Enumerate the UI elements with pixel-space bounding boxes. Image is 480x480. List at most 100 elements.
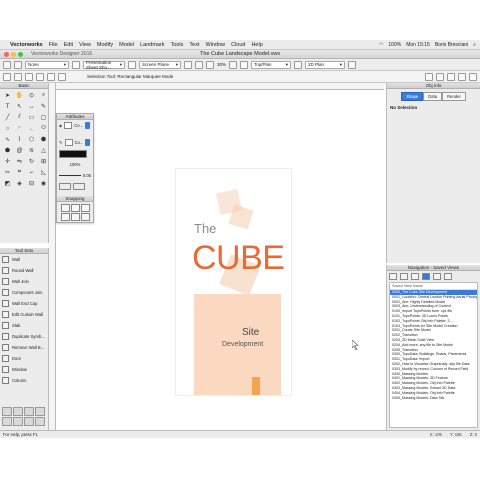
polygon-tool-icon[interactable]: ⬡ [27,135,36,144]
snap-intersection-icon[interactable] [61,213,70,221]
quarter-arc-tool-icon[interactable]: ◟ [27,124,36,133]
close-window-button[interactable] [4,51,9,57]
fit-icon[interactable] [206,60,214,69]
menu-text[interactable]: Text [189,42,199,48]
snap-tangent-icon[interactable] [81,213,90,221]
fillet-tool-icon[interactable]: ⌐ [27,168,36,177]
attribute-mapping-tool-icon[interactable]: ◩ [3,179,12,188]
class-icon[interactable] [14,60,22,69]
walkthrough-icon[interactable] [436,72,444,81]
layer-icon[interactable] [3,60,11,69]
render-icon[interactable] [294,60,303,69]
fill-dropdown-button[interactable] [85,122,91,129]
start-marker-icon[interactable] [59,183,71,190]
class-dropdown[interactable]: None ▾ [25,60,69,69]
saved-view-item[interactable]: 0303_Modify by record: Column of Record … [390,367,477,372]
eyedropper-tool-icon[interactable]: ✎ [39,102,48,111]
freehand-tool-icon[interactable]: ∿ [3,135,12,144]
menu-file[interactable]: File [49,42,58,48]
reshape-tool-icon[interactable]: ◈ [15,179,24,188]
menu-help[interactable]: Help [251,42,262,48]
toolset-item[interactable]: Round Wall [0,265,48,276]
toolset-landscape-icon[interactable] [35,417,45,426]
settings-icon[interactable] [58,72,66,81]
offset-tool-icon[interactable]: ⊞ [39,157,48,166]
saved-view-item[interactable]: 0405_Massing Models: Data Tab [390,396,477,401]
lasso-mode-icon[interactable] [25,72,33,81]
menu-view[interactable]: View [79,42,91,48]
spiral-tool-icon[interactable]: @ [15,146,24,155]
double-polygon-tool-icon[interactable]: ⬢ [39,135,48,144]
plane-dropdown[interactable]: Screen Plane ▾ [139,60,181,69]
menu-landmark[interactable]: Landmark [140,42,164,48]
pan-tool-icon[interactable]: ✋ [15,91,24,100]
lights-icon[interactable] [348,60,357,69]
nav-sheets-icon[interactable] [411,273,419,280]
arc-tool-icon[interactable]: ◜ [15,124,24,133]
tab-render[interactable]: Render [442,92,466,101]
zoom-tool-icon[interactable]: ⌕ [39,91,48,100]
sheet-icon[interactable] [72,60,80,69]
mirror-tool-icon[interactable]: ⇋ [15,157,24,166]
minimize-window-button[interactable] [11,51,16,57]
snap-mode-icon[interactable] [47,72,55,81]
toolset-visualization-icon[interactable] [13,417,23,426]
regular-polygon-tool-icon[interactable]: ⬟ [3,146,12,155]
flyover-tool-icon[interactable]: ⊙ [27,91,36,100]
circle-tool-icon[interactable]: ○ [3,124,12,133]
spring-tool-icon[interactable]: ≋ [27,146,36,155]
menu-app[interactable]: Vectorworks [10,42,43,48]
rotate-tool-icon[interactable]: ↻ [27,157,36,166]
clip-tool-icon[interactable]: ⊟ [27,179,36,188]
nav-saved-views-icon[interactable] [422,273,430,280]
snap-distance-icon[interactable] [71,213,80,221]
menu-model[interactable]: Model [119,42,134,48]
sheet-dropdown[interactable]: Presentation Sheet Sho... ▾ [83,60,125,70]
menu-tools[interactable]: Tools [171,42,184,48]
dimension-tool-icon[interactable]: ↔ [27,102,36,111]
menu-edit[interactable]: Edit [64,42,73,48]
menu-cloud[interactable]: Cloud [231,42,245,48]
toolset-item[interactable]: Door [0,353,48,364]
grid-icon[interactable] [229,60,238,69]
split-tool-icon[interactable]: ✂ [3,168,12,177]
search-icon[interactable]: ⌕ [473,42,476,48]
nav-options-icon[interactable] [444,273,452,280]
pen-color-swatch[interactable] [59,149,87,158]
triangle-tool-icon[interactable]: △ [39,146,48,155]
pen-dropdown-button[interactable] [85,139,91,146]
lineweight-row[interactable]: 0.05 [57,170,93,181]
marquee-mode-icon[interactable] [14,72,22,81]
selection-tool-icon[interactable]: ➤ [3,91,12,100]
toolset-building-shell-icon[interactable] [2,407,12,416]
saved-view-item[interactable]: 0001_Location: Central London Printing A… [390,295,477,300]
view-icon[interactable] [240,60,249,69]
toolset-item[interactable]: Wall End Cap [0,298,48,309]
locus-tool-icon[interactable]: ✛ [3,157,12,166]
toolset-dims-icon[interactable] [2,417,12,426]
toolset-item[interactable]: Wall Join [0,276,48,287]
wifi-icon[interactable]: ◠ [379,42,383,48]
fill-swatch[interactable] [64,122,73,129]
zoom-in-icon[interactable] [184,60,192,69]
nav-layers-icon[interactable] [400,273,408,280]
flyover-icon[interactable] [425,72,433,81]
toolset-item[interactable]: Remove Wall B... [0,342,48,353]
trim-tool-icon[interactable]: ⌗ [15,168,24,177]
user-name[interactable]: Boris Bresciani [435,42,468,48]
end-marker-icon[interactable] [73,183,85,190]
zoom-window-button[interactable] [18,51,23,57]
callout-tool-icon[interactable]: ↖ [15,102,24,111]
toolset-item[interactable]: Edit Curtain Wall [0,309,48,320]
rectangle-tool-icon[interactable]: ▭ [27,113,36,122]
line-style-row[interactable] [57,181,93,192]
interactive-scale-icon[interactable] [36,72,44,81]
color-row[interactable] [57,148,93,159]
zoom-out-icon[interactable] [195,60,203,69]
toolset-item[interactable]: Component Join [0,287,48,298]
snap-object-icon[interactable] [71,204,80,212]
pen-attribute[interactable]: ✎ Co... [57,137,93,148]
help-icon[interactable] [469,72,477,81]
toolset-item[interactable]: Window [0,364,48,375]
visibility-tool-icon[interactable]: ◉ [39,179,48,188]
